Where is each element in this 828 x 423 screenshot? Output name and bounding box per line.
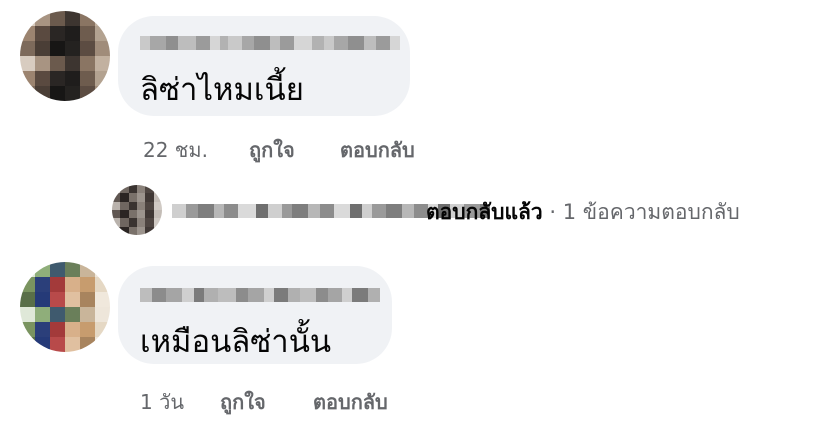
commenter-avatar[interactable] [20, 11, 110, 101]
commenter-avatar[interactable] [20, 262, 110, 352]
like-button[interactable]: ถูกใจ [249, 137, 295, 163]
commenter-name-blurred[interactable] [140, 286, 380, 304]
separator-dot: · [549, 200, 557, 224]
reply-button[interactable]: ตอบกลับ [313, 389, 388, 415]
comment-text: เหมือนลิซ่านั้น [140, 324, 332, 360]
view-replies-link[interactable]: ตอบกลับแล้ว · 1 ข้อความตอบกลับ [426, 198, 740, 226]
reply-count: 1 ข้อความตอบกลับ [562, 200, 740, 224]
comment-timestamp[interactable]: 1 วัน [140, 389, 184, 415]
commenter-name-blurred[interactable] [140, 34, 400, 52]
replied-label: ตอบกลับแล้ว [426, 200, 543, 224]
comment-timestamp[interactable]: 22 ชม. [143, 137, 208, 163]
like-button[interactable]: ถูกใจ [220, 389, 266, 415]
comment-text: ลิซ่าไหมเนี้ย [140, 72, 304, 108]
reply-button[interactable]: ตอบกลับ [340, 137, 415, 163]
reply-author-avatar[interactable] [112, 185, 162, 235]
